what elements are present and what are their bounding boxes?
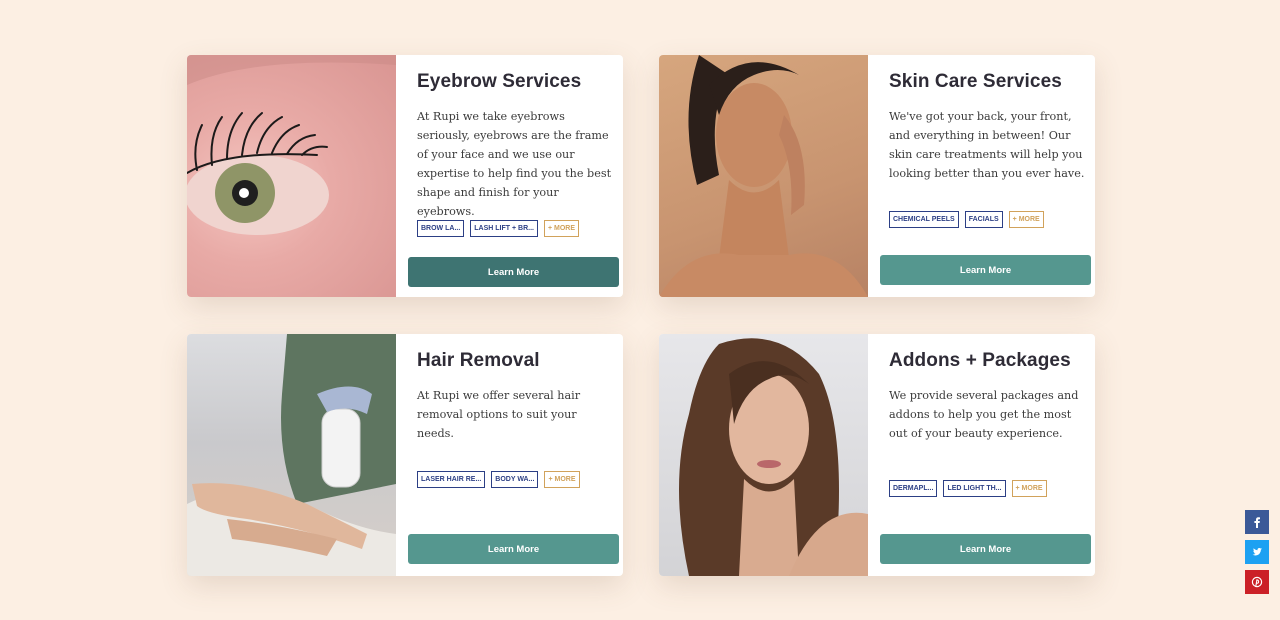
tag-list: CHEMICAL PEELS FACIALS + MORE	[889, 211, 1044, 228]
hair-removal-service-image	[187, 334, 396, 576]
service-card-addons-packages: Addons + Packages We provide several pac…	[659, 334, 1095, 576]
card-title: Skin Care Services	[889, 71, 1062, 92]
card-title: Eyebrow Services	[417, 71, 582, 92]
tag-dermaplaning[interactable]: DERMAPL...	[889, 480, 938, 497]
tag-chemical-peels[interactable]: CHEMICAL PEELS	[889, 211, 959, 228]
learn-more-button[interactable]: Learn More	[880, 255, 1091, 285]
tag-body-waxing[interactable]: BODY WA...	[491, 471, 539, 488]
pinterest-share-button[interactable]	[1245, 570, 1269, 594]
tag-more[interactable]: + MORE	[544, 471, 580, 488]
facebook-share-button[interactable]	[1245, 510, 1269, 534]
tag-list: LASER HAIR RE... BODY WA... + MORE	[417, 471, 580, 488]
tag-led-light-therapy[interactable]: LED LIGHT TH...	[943, 480, 1006, 497]
skin-care-service-image	[659, 55, 868, 297]
card-title: Hair Removal	[417, 350, 540, 371]
tag-list: DERMAPL... LED LIGHT TH... + MORE	[889, 480, 1047, 497]
twitter-icon	[1252, 548, 1262, 556]
facebook-icon	[1254, 517, 1260, 528]
eyebrow-service-image	[187, 55, 396, 297]
card-title: Addons + Packages	[889, 350, 1071, 371]
card-content: Hair Removal At Rupi we offer several ha…	[396, 334, 623, 576]
card-content: Eyebrow Services At Rupi we take eyebrow…	[396, 55, 623, 297]
card-description: We've got your back, your front, and eve…	[889, 110, 1085, 180]
addons-packages-service-image	[659, 334, 868, 576]
twitter-share-button[interactable]	[1245, 540, 1269, 564]
tag-facials[interactable]: FACIALS	[964, 211, 1003, 228]
pinterest-icon	[1251, 576, 1263, 588]
card-content: Addons + Packages We provide several pac…	[868, 334, 1095, 576]
tag-laser-hair-removal[interactable]: LASER HAIR RE...	[417, 471, 486, 488]
tag-more[interactable]: + MORE	[543, 220, 580, 237]
card-description: We provide several packages and addons t…	[889, 389, 1079, 440]
tag-list: BROW LA... LASH LIFT + BR... + MORE	[417, 220, 580, 237]
service-card-eyebrow: Eyebrow Services At Rupi we take eyebrow…	[187, 55, 623, 297]
tag-brow-lamination[interactable]: BROW LA...	[417, 220, 465, 237]
learn-more-button[interactable]: Learn More	[408, 257, 619, 287]
tag-lash-lift[interactable]: LASH LIFT + BR...	[470, 220, 538, 237]
card-description: At Rupi we offer several hair removal op…	[417, 389, 581, 440]
service-card-skin-care: Skin Care Services We've got your back, …	[659, 55, 1095, 297]
card-description: At Rupi we take eyebrows seriously, eyeb…	[417, 110, 612, 218]
learn-more-button[interactable]: Learn More	[408, 534, 619, 564]
service-card-hair-removal: Hair Removal At Rupi we offer several ha…	[187, 334, 623, 576]
card-content: Skin Care Services We've got your back, …	[868, 55, 1095, 297]
tag-more[interactable]: + MORE	[1011, 480, 1047, 497]
tag-more[interactable]: + MORE	[1008, 211, 1044, 228]
learn-more-button[interactable]: Learn More	[880, 534, 1091, 564]
